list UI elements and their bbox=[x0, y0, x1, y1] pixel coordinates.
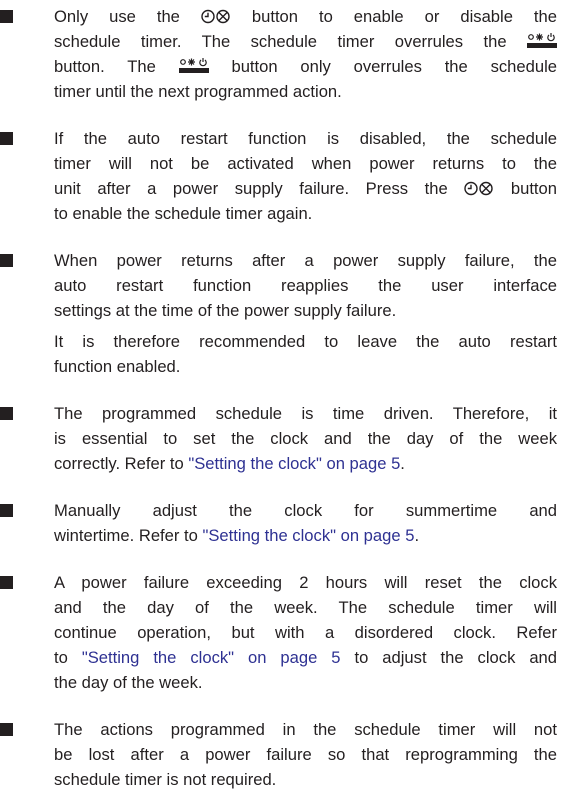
bullet-text: If the auto restart function is disabled… bbox=[54, 126, 557, 226]
text-run: The actions programmed in the schedule t… bbox=[54, 720, 557, 739]
bullet-text: When power returns after a power supply … bbox=[54, 248, 557, 379]
square-bullet-icon bbox=[0, 723, 13, 736]
text-run: . bbox=[400, 454, 405, 473]
text-line: to "Setting the clock" on page 5 to adju… bbox=[54, 645, 557, 670]
text-run: function enabled. bbox=[54, 357, 181, 376]
text-run: Manually adjust the clock for summertime… bbox=[54, 501, 557, 520]
text-run: button only overrules the schedule bbox=[208, 57, 557, 76]
text-run: Only use the bbox=[54, 7, 201, 26]
bullet-text: The programmed schedule is time driven. … bbox=[54, 401, 557, 476]
text-line: be lost after a power failure so that re… bbox=[54, 742, 557, 767]
text-run: timer until the next programmed action. bbox=[54, 82, 342, 101]
text-run: timer will not be activated when power r… bbox=[54, 154, 557, 173]
text-run: be lost after a power failure so that re… bbox=[54, 745, 557, 764]
text-run: The programmed schedule is time driven. … bbox=[54, 404, 557, 423]
text-line: button. The button only overrules the sc… bbox=[54, 54, 557, 79]
square-bullet-icon bbox=[0, 504, 13, 517]
text-line: function enabled. bbox=[54, 354, 557, 379]
text-run: button. The bbox=[54, 57, 179, 76]
text-run: button bbox=[494, 179, 557, 198]
text-run: to enable the schedule timer again. bbox=[54, 204, 313, 223]
text-run: A power failure exceeding 2 hours will r… bbox=[54, 573, 557, 592]
text-line: continue operation, but with a disordere… bbox=[54, 620, 557, 645]
text-run: wintertime. Refer to bbox=[54, 526, 203, 545]
text-run: to adjust the clock and bbox=[340, 648, 558, 667]
text-line: If the auto restart function is disabled… bbox=[54, 126, 557, 151]
text-line: Manually adjust the clock for summertime… bbox=[54, 498, 557, 523]
text-run: When power returns after a power supply … bbox=[54, 251, 557, 270]
text-run: schedule timer is not required. bbox=[54, 770, 277, 789]
text-line: timer until the next programmed action. bbox=[54, 79, 557, 104]
text-run: and the day of the week. The schedule ti… bbox=[54, 598, 557, 617]
text-run: . bbox=[414, 526, 420, 545]
text-line: schedule timer is not required. bbox=[54, 767, 557, 792]
square-bullet-icon bbox=[0, 10, 13, 23]
text-line: settings at the time of the power supply… bbox=[54, 298, 557, 323]
text-line: unit after a power supply failure. Press… bbox=[54, 176, 557, 201]
text-run: If the auto restart function is disabled… bbox=[54, 129, 557, 148]
text-line: The programmed schedule is time driven. … bbox=[54, 401, 557, 426]
text-run: settings at the time of the power supply… bbox=[54, 301, 397, 320]
text-line: the day of the week. bbox=[54, 670, 557, 695]
text-line: When power returns after a power supply … bbox=[54, 248, 557, 273]
text-line: auto restart function reapplies the user… bbox=[54, 273, 557, 298]
setting-the-clock-link[interactable]: "Setting the clock" on page 5 bbox=[202, 526, 414, 545]
bullet-text: A power failure exceeding 2 hours will r… bbox=[54, 570, 557, 695]
text-line: schedule timer. The schedule timer overr… bbox=[54, 29, 557, 54]
text-line: to enable the schedule timer again. bbox=[54, 201, 557, 226]
text-line: timer will not be activated when power r… bbox=[54, 151, 557, 176]
text-run: auto restart function reapplies the user… bbox=[54, 276, 557, 295]
timer-onoff-icon bbox=[464, 181, 494, 196]
text-line: is essential to set the clock and the da… bbox=[54, 426, 557, 451]
bullet-text: Manually adjust the clock for summertime… bbox=[54, 498, 557, 548]
text-line: Only use the button to enable or disable… bbox=[54, 4, 557, 29]
document-page: Only use the button to enable or disable… bbox=[0, 0, 567, 789]
text-run: is essential to set the clock and the da… bbox=[54, 429, 557, 448]
square-bullet-icon bbox=[0, 254, 13, 267]
text-run: continue operation, but with a disordere… bbox=[54, 623, 557, 642]
setting-the-clock-link[interactable]: "Setting the clock" on page 5 bbox=[188, 454, 400, 473]
bullet-text: The actions programmed in the schedule t… bbox=[54, 717, 557, 792]
text-line: correctly. Refer to "Setting the clock" … bbox=[54, 451, 557, 476]
text-run: the day of the week. bbox=[54, 673, 203, 692]
text-run: correctly. Refer to bbox=[54, 454, 189, 473]
square-bullet-icon bbox=[0, 132, 13, 145]
setting-the-clock-link[interactable]: "Setting the clock" on page 5 bbox=[82, 648, 341, 667]
square-bullet-icon bbox=[0, 407, 13, 420]
onoff-button-icon bbox=[527, 32, 557, 49]
text-run: to bbox=[54, 648, 82, 667]
text-line: It is therefore recommended to leave the… bbox=[54, 329, 557, 354]
text-run: unit after a power supply failure. Press… bbox=[54, 179, 465, 198]
timer-onoff-icon bbox=[201, 9, 231, 24]
text-run: schedule timer. The schedule timer overr… bbox=[54, 32, 527, 51]
text-line: and the day of the week. The schedule ti… bbox=[54, 595, 557, 620]
bullet-text: Only use the button to enable or disable… bbox=[54, 4, 557, 104]
square-bullet-icon bbox=[0, 576, 13, 589]
text-run: button to enable or disable the bbox=[230, 7, 557, 26]
text-line: A power failure exceeding 2 hours will r… bbox=[54, 570, 557, 595]
text-line: The actions programmed in the schedule t… bbox=[54, 717, 557, 742]
text-run: It is therefore recommended to leave the… bbox=[54, 332, 557, 351]
text-line: wintertime. Refer to "Setting the clock"… bbox=[54, 523, 557, 548]
onoff-button-icon bbox=[178, 57, 209, 74]
